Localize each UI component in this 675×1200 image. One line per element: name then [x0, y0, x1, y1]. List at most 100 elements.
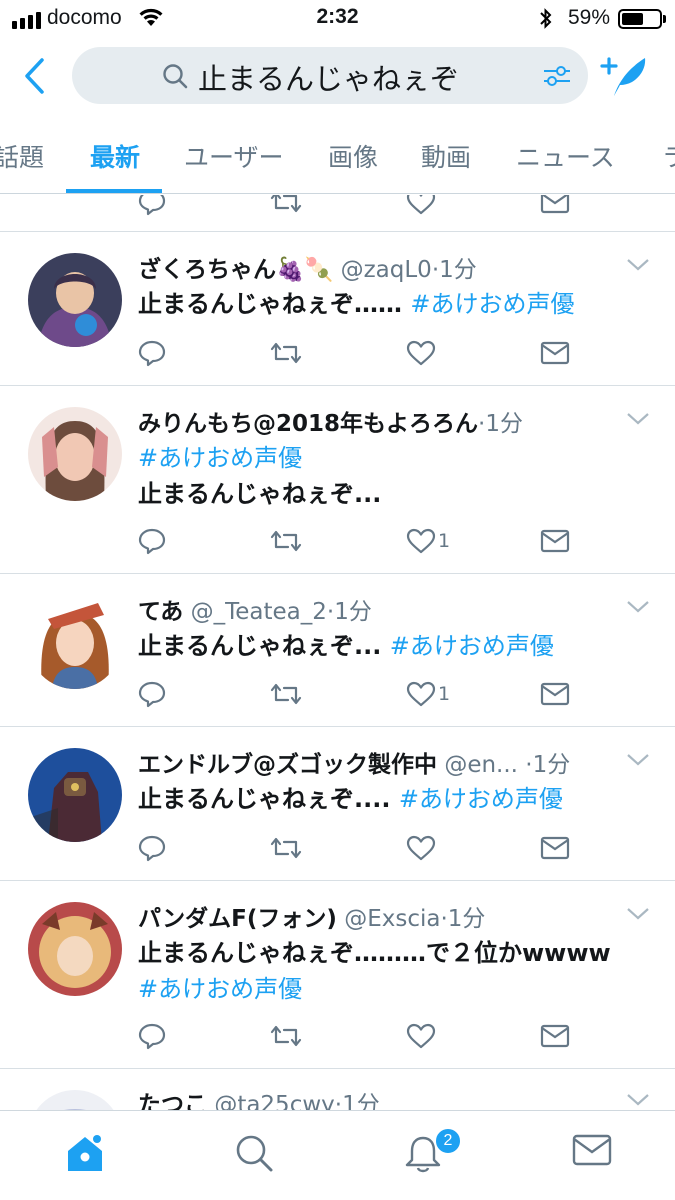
chevron-down-icon[interactable]: [626, 907, 650, 921]
tab-images[interactable]: 画像: [328, 138, 378, 174]
avatar[interactable]: [28, 1090, 122, 1110]
like-button[interactable]: 1: [406, 677, 450, 711]
heart-icon: [406, 528, 436, 554]
search-icon: [163, 64, 188, 89]
retweet-button[interactable]: [270, 195, 302, 219]
chevron-down-icon[interactable]: [626, 412, 650, 426]
battery-icon: [618, 9, 662, 29]
user-handle[interactable]: @_Teatea_2: [191, 599, 327, 625]
direct-message-button[interactable]: [540, 831, 570, 865]
hashtag-link[interactable]: #あけおめ声優: [399, 785, 563, 813]
chevron-down-icon[interactable]: [626, 600, 650, 614]
reply-button[interactable]: [138, 1019, 166, 1053]
search-input[interactable]: 止まるんじゃねぇぞ: [72, 47, 588, 104]
user-handle[interactable]: @en...: [444, 752, 518, 778]
tab-top[interactable]: 話題: [0, 138, 44, 174]
direct-message-button[interactable]: [540, 524, 570, 558]
search-tab-icon[interactable]: [234, 1133, 274, 1173]
battery-tip: [663, 15, 666, 23]
tweet-header: エンドルブ@ズゴック製作中 @en... ·1分: [138, 745, 570, 779]
display-name[interactable]: てあ: [138, 599, 183, 625]
tweet-actions: [138, 1019, 578, 1053]
chevron-down-icon[interactable]: [626, 258, 650, 272]
like-button[interactable]: 1: [406, 524, 450, 558]
tab-more[interactable]: ラ: [662, 138, 675, 174]
tweet[interactable]: たつこ @ta25cwy·1分: [0, 1069, 675, 1110]
avatar[interactable]: [28, 253, 122, 347]
tweet[interactable]: みりんもち@2018年もよろろん·1分 #あけおめ声優 止まるんじゃねぇぞ...…: [0, 386, 675, 574]
reply-icon: [138, 835, 166, 862]
reply-button[interactable]: [138, 195, 166, 219]
tab-users[interactable]: ユーザー: [184, 138, 284, 174]
like-button[interactable]: [406, 195, 436, 219]
hashtag-link[interactable]: #あけおめ声優: [138, 975, 302, 1003]
reply-icon: [138, 681, 166, 708]
retweet-icon: [270, 683, 302, 705]
reply-button[interactable]: [138, 831, 166, 865]
tweet[interactable]: パンダムF(フォン) @Exscia·1分 止まるんじゃねぇぞ………で２位かww…: [0, 881, 675, 1069]
reply-button[interactable]: [138, 336, 166, 370]
hashtag-link[interactable]: #あけおめ声優: [138, 444, 302, 472]
separator-dot: ·: [525, 752, 533, 778]
heart-icon: [406, 835, 436, 861]
back-chevron-icon[interactable]: [18, 56, 52, 96]
tweet-text-content: 止まるんじゃねぇぞ……: [138, 290, 402, 318]
avatar-image: [28, 1090, 122, 1110]
messages-envelope-icon[interactable]: [572, 1133, 612, 1167]
retweet-button[interactable]: [270, 524, 302, 558]
retweet-button[interactable]: [270, 831, 302, 865]
compose-tweet-icon[interactable]: [598, 54, 650, 98]
avatar[interactable]: [28, 595, 122, 689]
bottom-tab-bar: 2: [0, 1110, 675, 1200]
tweet-header: みりんもち@2018年もよろろん·1分: [138, 404, 523, 438]
tweet[interactable]: てあ @_Teatea_2·1分 止まるんじゃねぇぞ... #あけおめ声優 1: [0, 574, 675, 727]
like-button[interactable]: [406, 1019, 438, 1053]
search-filter-icon[interactable]: [542, 63, 572, 89]
envelope-icon: [540, 1024, 570, 1048]
hashtag-link[interactable]: #あけおめ声優: [390, 632, 554, 660]
hashtag-link[interactable]: #あけおめ声優: [410, 290, 574, 318]
avatar[interactable]: [28, 902, 122, 996]
direct-message-button[interactable]: [540, 336, 570, 370]
avatar[interactable]: [28, 407, 122, 501]
tweet-actions: [138, 831, 578, 865]
tab-videos[interactable]: 動画: [421, 138, 471, 174]
tweet-partial: [0, 195, 675, 232]
tweet-text: 止まるんじゃねぇぞ………で２位かwwww: [138, 933, 611, 968]
tweet[interactable]: ざくろちゃん🍇🍡 @zaqL0·1分 止まるんじゃねぇぞ…… #あけおめ声優: [0, 232, 675, 386]
reply-button[interactable]: [138, 524, 166, 558]
tweet-timeline[interactable]: ざくろちゃん🍇🍡 @zaqL0·1分 止まるんじゃねぇぞ…… #あけおめ声優 み…: [0, 195, 675, 1110]
display-name[interactable]: ざくろちゃん🍇🍡: [138, 257, 333, 283]
tweet-text: 止まるんじゃねぇぞ.... #あけおめ声優: [138, 779, 563, 814]
user-handle[interactable]: @ta25cwy: [214, 1092, 334, 1110]
direct-message-button[interactable]: [540, 677, 570, 711]
avatar[interactable]: [28, 748, 122, 842]
status-bar: docomo 2:32 59%: [0, 0, 675, 38]
tweet-header: たつこ @ta25cwy·1分: [138, 1085, 380, 1110]
chevron-down-icon[interactable]: [626, 753, 650, 767]
display-name[interactable]: パンダムF(フォン): [138, 906, 337, 932]
like-button[interactable]: [406, 336, 438, 370]
reply-button[interactable]: [138, 677, 166, 711]
tab-news[interactable]: ニュース: [516, 138, 615, 174]
direct-message-button[interactable]: [540, 195, 570, 219]
user-handle[interactable]: @zaqL0: [341, 257, 432, 283]
tab-latest[interactable]: 最新: [90, 138, 140, 174]
retweet-button[interactable]: [270, 1019, 302, 1053]
retweet-button[interactable]: [270, 677, 302, 711]
reply-icon: [138, 528, 166, 555]
display-name[interactable]: エンドルブ@ズゴック製作中: [138, 752, 437, 778]
retweet-icon: [270, 837, 302, 859]
display-name[interactable]: みりんもち@2018年もよろろん: [138, 411, 478, 437]
tweet-actions: 1: [138, 524, 578, 558]
tweet[interactable]: エンドルブ@ズゴック製作中 @en... ·1分 止まるんじゃねぇぞ.... #…: [0, 727, 675, 881]
direct-message-button[interactable]: [540, 1019, 570, 1053]
like-button[interactable]: [406, 831, 438, 865]
user-handle[interactable]: @Exscia: [344, 906, 440, 932]
home-icon[interactable]: [64, 1133, 106, 1175]
chevron-down-icon[interactable]: [626, 1093, 650, 1107]
display-name[interactable]: たつこ: [138, 1092, 207, 1110]
tweet-text: 止まるんじゃねぇぞ…… #あけおめ声優: [138, 284, 574, 319]
envelope-icon: [540, 836, 570, 860]
retweet-button[interactable]: [270, 336, 302, 370]
